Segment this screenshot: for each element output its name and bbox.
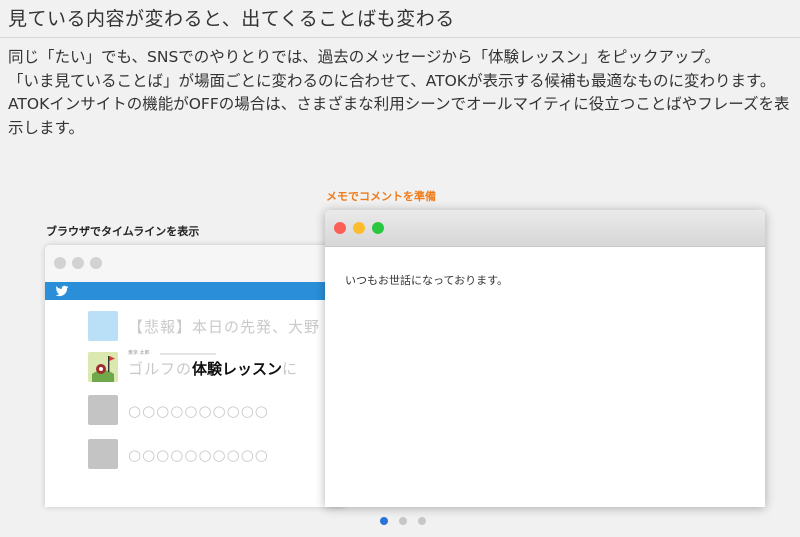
golf-flag-icon bbox=[88, 352, 118, 382]
browser-label: ブラウザでタイムラインを表示 bbox=[46, 225, 200, 238]
description: 同じ「たい」でも、SNSでのやりとりでは、過去のメッセージから「体験レッスン」を… bbox=[8, 46, 798, 140]
timeline-text: 【悲報】本日の先発、大野 bbox=[128, 318, 321, 336]
timeline-item[interactable]: ○○○○○○○○○○ bbox=[88, 395, 345, 427]
timeline-text-post: に bbox=[282, 360, 299, 378]
description-line: 「いま見ていることば」が場面ごとに変わるのに合わせて、ATOKが表示する候補も最… bbox=[8, 71, 776, 90]
browser-titlebar bbox=[45, 245, 345, 283]
thumbnail-image bbox=[88, 395, 118, 425]
thumbnail-image bbox=[88, 439, 118, 469]
timeline-text-pre: ゴルフの bbox=[128, 360, 193, 378]
zoom-icon[interactable] bbox=[372, 222, 384, 234]
twitter-header-bar bbox=[45, 282, 345, 300]
window-dot-icon[interactable] bbox=[54, 257, 66, 269]
memo-window: いつもお世話になっております。 bbox=[325, 210, 765, 507]
timeline-text: ゴルフの体験レッスンに bbox=[128, 358, 298, 379]
poster-name: 東京 太郎 bbox=[128, 350, 150, 356]
twitter-bird-icon bbox=[55, 285, 69, 297]
pager-dot-active[interactable] bbox=[380, 517, 388, 525]
timeline-text: ○○○○○○○○○○ bbox=[128, 446, 269, 464]
timeline-item[interactable]: 【悲報】本日の先発、大野 bbox=[88, 311, 345, 343]
timeline-item[interactable]: 東京 太郎 ゴルフの体験レッスンに bbox=[88, 350, 345, 384]
pager-dot[interactable] bbox=[418, 517, 426, 525]
golf-thumbnail-icon bbox=[88, 352, 118, 382]
thumbnail-image bbox=[88, 311, 118, 341]
highlighted-phrase: 体験レッスン bbox=[192, 360, 283, 378]
name-underline bbox=[160, 353, 216, 355]
page-title: 見ている内容が変わると、出てくることばも変わる bbox=[8, 8, 455, 30]
title-divider bbox=[0, 37, 800, 38]
pager-dot[interactable] bbox=[399, 517, 407, 525]
window-dot-icon[interactable] bbox=[72, 257, 84, 269]
description-line: ATOKインサイトの機能がOFFの場合は、さまざまな利用シーンでオールマイティに… bbox=[8, 95, 790, 137]
browser-window: 【悲報】本日の先発、大野 東京 太郎 ゴルフの体験レッスンに ○○○○○○○○○… bbox=[45, 245, 345, 507]
description-line: 同じ「たい」でも、SNSでのやりとりでは、過去のメッセージから「体験レッスン」を… bbox=[8, 48, 721, 66]
close-icon[interactable] bbox=[334, 222, 346, 234]
memo-titlebar bbox=[325, 210, 765, 247]
timeline-item[interactable]: ○○○○○○○○○○ bbox=[88, 439, 345, 471]
minimize-icon[interactable] bbox=[353, 222, 365, 234]
timeline-text: ○○○○○○○○○○ bbox=[128, 402, 269, 420]
memo-label: メモでコメントを準備 bbox=[326, 190, 436, 203]
memo-text-area[interactable]: いつもお世話になっております。 bbox=[345, 272, 508, 288]
window-dot-icon[interactable] bbox=[90, 257, 102, 269]
